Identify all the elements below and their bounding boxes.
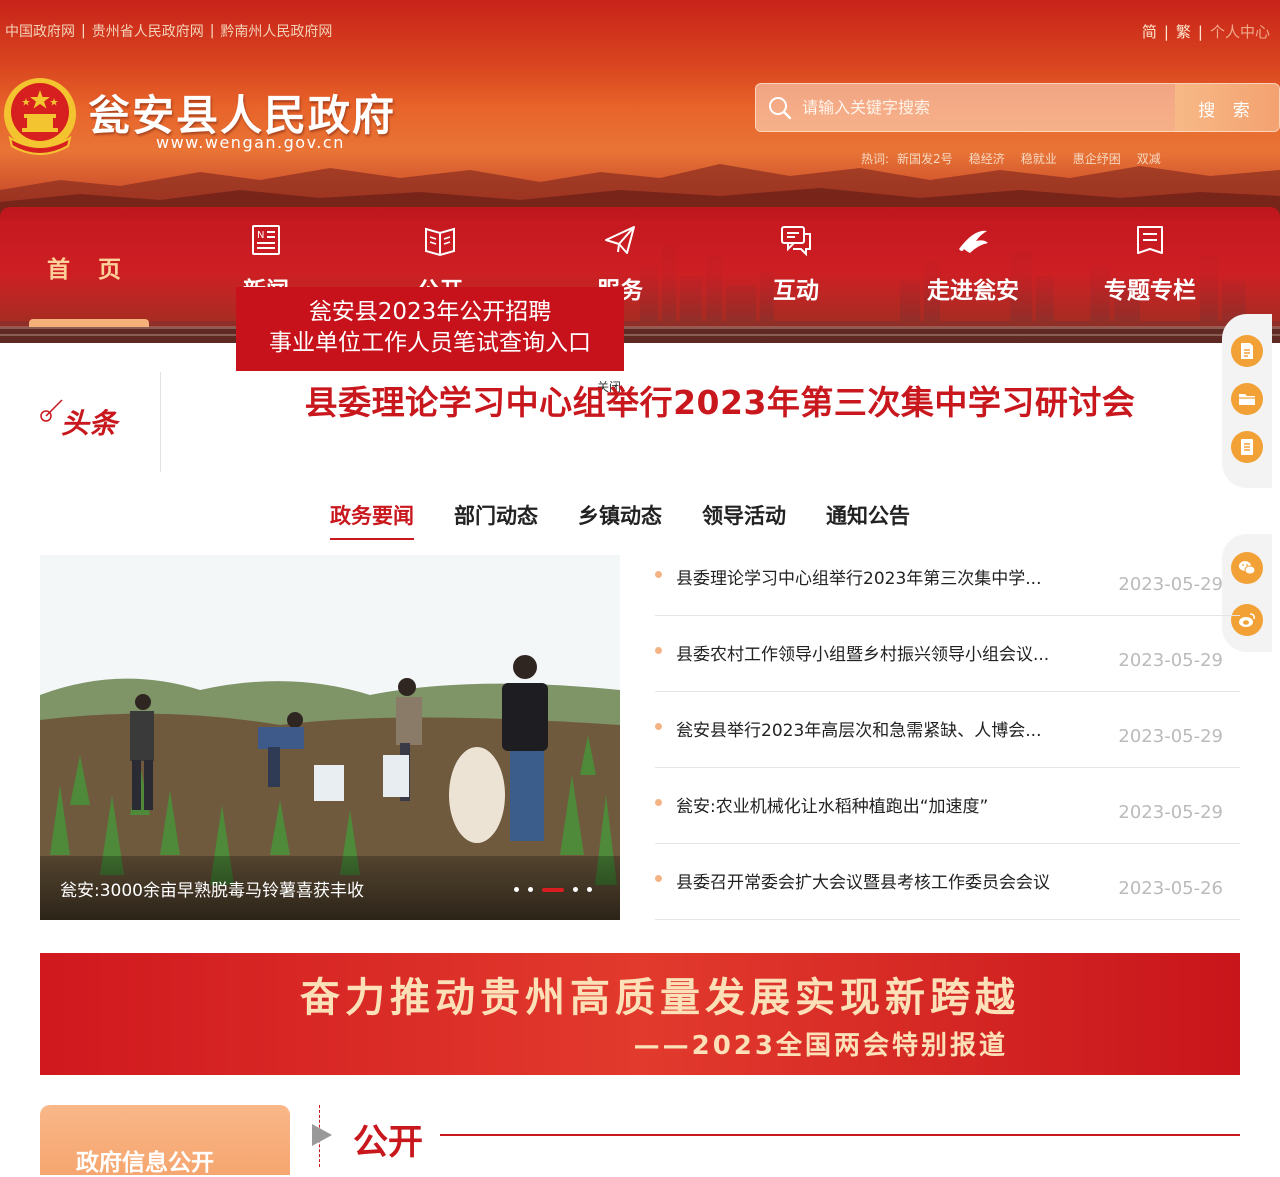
list-document-icon: [1241, 439, 1253, 455]
hot-words: 热词: 新国发2号 稳经济 稳就业 惠企纾困 双减: [861, 150, 1161, 167]
search-box: 搜 索: [755, 83, 1280, 132]
open-book-icon: [425, 227, 455, 257]
tab-notices[interactable]: 通知公告: [826, 500, 910, 540]
news-title[interactable]: 瓮安县举行2023年高层次和急需紧缺、人博会...: [676, 716, 1041, 741]
calligraphy-logo-icon: [959, 230, 988, 253]
bullet-icon: [655, 799, 662, 806]
language-switch: 简 | 繁 | 个人中心: [1142, 21, 1270, 42]
paper-plane-icon: [605, 226, 635, 254]
news-date: 2023-05-29: [1118, 574, 1223, 595]
news-title[interactable]: 县委农村工作领导小组暨乡村振兴领导小组会议...: [676, 640, 1049, 665]
bullet-icon: [655, 571, 662, 578]
chat-bubble-icon: [781, 226, 811, 257]
link-qiannan-gov[interactable]: 黔南州人民政府网: [220, 21, 332, 41]
site-header: 中国政府网 | 贵州省人民政府网 | 黔南州人民政府网 简 | 繁 | 个人中心…: [0, 0, 1280, 343]
nav-item-label: 走进瓮安: [927, 278, 1019, 304]
popup-line-2: 事业单位工作人员笔试查询入口: [269, 330, 591, 356]
popup-line-1: 瓮安县2023年公开招聘: [308, 299, 552, 325]
float-list-button[interactable]: [1231, 431, 1263, 463]
national-emblem-icon: [4, 78, 76, 155]
list-item[interactable]: 县委召开常委会扩大会议暨县考核工作委员会会议 2023-05-26: [655, 844, 1240, 920]
gov-info-card-title: 政府信息公开: [76, 1150, 214, 1176]
nav-item-interaction[interactable]: 互动: [736, 223, 856, 323]
tab-township-news[interactable]: 乡镇动态: [578, 500, 662, 540]
search-input[interactable]: [802, 84, 1172, 131]
slider-dot[interactable]: [587, 887, 592, 892]
nav-item-about[interactable]: 走进瓮安: [913, 223, 1033, 323]
lang-simplified[interactable]: 简: [1142, 21, 1157, 42]
svg-text:N: N: [257, 230, 264, 241]
search-icon: [769, 97, 792, 120]
section-title: 公开: [353, 1123, 424, 1163]
bullet-icon: [655, 875, 662, 882]
bullet-icon: [655, 647, 662, 654]
news-date: 2023-05-29: [1118, 802, 1223, 823]
headline-label: 头条: [61, 407, 118, 440]
nav-home-label: 首 页: [46, 257, 131, 283]
hot-word[interactable]: 稳就业: [1021, 150, 1057, 167]
slider-dot-active[interactable]: [542, 887, 564, 892]
news-title[interactable]: 县委召开常委会扩大会议暨县考核工作委员会会议: [676, 868, 1050, 893]
top-links: 中国政府网 | 贵州省人民政府网 | 黔南州人民政府网: [5, 21, 332, 41]
slider-dot[interactable]: [528, 887, 533, 892]
news-date: 2023-05-29: [1118, 726, 1223, 747]
hot-word[interactable]: 双减: [1137, 150, 1161, 167]
wechat-icon: [1239, 561, 1256, 575]
special-report-banner[interactable]: 奋力推动贵州高质量发展实现新跨越 ——2023全国两会特别报道: [40, 953, 1240, 1075]
news-title[interactable]: 瓮安:农业机械化让水稻种植跑出“加速度”: [676, 792, 988, 817]
banner-subtitle: ——2023全国两会特别报道: [633, 1031, 1008, 1061]
site-url: www.wengan.gov.cn: [156, 133, 345, 152]
list-item[interactable]: 瓮安县举行2023年高层次和急需紧缺、人博会... 2023-05-29: [655, 692, 1240, 768]
link-guizhou-gov[interactable]: 贵州省人民政府网: [92, 21, 204, 41]
list-item[interactable]: 瓮安:农业机械化让水稻种植跑出“加速度” 2023-05-29: [655, 768, 1240, 844]
float-document-button[interactable]: [1231, 335, 1263, 367]
news-title[interactable]: 县委理论学习中心组举行2023年第三次集中学...: [676, 564, 1041, 589]
recruitment-popup[interactable]: 瓮安县2023年公开招聘 事业单位工作人员笔试查询入口: [236, 287, 624, 371]
separator: |: [81, 23, 86, 39]
separator: |: [1197, 22, 1203, 41]
nav-home[interactable]: 首 页: [29, 207, 149, 327]
news-tabs: 政务要闻 部门动态 乡镇动态 领导活动 通知公告: [330, 500, 910, 540]
newspaper-icon: N: [252, 225, 280, 255]
document-icon: [1137, 226, 1163, 254]
nav-item-label: 互动: [773, 278, 819, 304]
link-central-gov[interactable]: 中国政府网: [5, 21, 75, 41]
separator: |: [209, 23, 215, 39]
list-item[interactable]: 县委理论学习中心组举行2023年第三次集中学... 2023-05-29: [655, 540, 1240, 616]
search-button[interactable]: 搜 索: [1175, 84, 1279, 131]
section-rule: [440, 1134, 1240, 1136]
list-item[interactable]: 县委农村工作领导小组暨乡村振兴领导小组会议... 2023-05-29: [655, 616, 1240, 692]
nav-item-label: 专题专栏: [1104, 278, 1196, 304]
news-list: 县委理论学习中心组举行2023年第三次集中学... 2023-05-29 县委农…: [655, 540, 1240, 920]
gov-info-card[interactable]: 政府信息公开: [40, 1105, 290, 1176]
news-date: 2023-05-29: [1118, 650, 1223, 671]
lang-traditional[interactable]: 繁: [1176, 21, 1191, 42]
banner-title: 奋力推动贵州高质量发展实现新跨越: [300, 974, 1020, 1021]
document-icon: [1241, 343, 1253, 359]
hot-word[interactable]: 新国发2号: [897, 150, 953, 167]
bullet-icon: [655, 723, 662, 730]
slider-dot[interactable]: [514, 887, 519, 892]
tab-government-news[interactable]: 政务要闻: [330, 500, 414, 540]
tab-leadership-activities[interactable]: 领导活动: [702, 500, 786, 540]
hot-word[interactable]: 稳经济: [969, 150, 1005, 167]
weibo-icon: [1239, 613, 1255, 627]
slider-dots: [514, 887, 592, 892]
separator: |: [1163, 22, 1169, 41]
news-slider[interactable]: 瓮安:3000余亩早熟脱毒马铃薯喜获丰收: [40, 555, 620, 920]
headline-title[interactable]: 县委理论学习中心组举行2023年第三次集中学习研讨会: [160, 376, 1280, 424]
play-arrow-icon: [312, 1124, 332, 1146]
hot-words-label: 热词:: [861, 152, 890, 166]
personal-center-link[interactable]: 个人中心: [1210, 21, 1270, 42]
nav-item-topics[interactable]: 专题专栏: [1090, 223, 1210, 323]
nav-active-underline: [29, 319, 149, 327]
news-date: 2023-05-26: [1118, 878, 1223, 899]
tab-department-news[interactable]: 部门动态: [454, 500, 538, 540]
hot-word[interactable]: 惠企纾困: [1073, 150, 1121, 167]
slider-dot[interactable]: [573, 887, 578, 892]
slide-caption[interactable]: 瓮安:3000余亩早熟脱毒马铃薯喜获丰收: [60, 876, 364, 901]
main-nav: 首 页 N 新闻 公开: [0, 207, 1280, 327]
